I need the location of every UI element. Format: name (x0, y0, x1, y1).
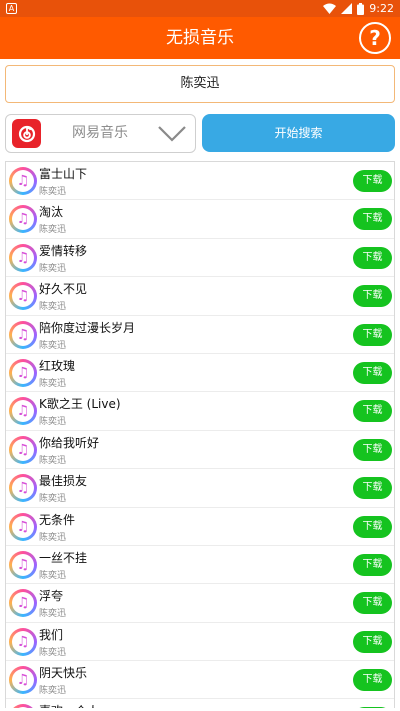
song-row[interactable]: ♫ 阴天快乐陈奕迅 下载 (6, 661, 394, 700)
wifi-icon (323, 3, 337, 14)
song-title: 最佳损友 (39, 474, 88, 489)
download-button[interactable]: 下载 (353, 170, 392, 192)
music-note-icon: ♫ (9, 550, 37, 579)
song-artist: 陈奕迅 (39, 647, 67, 658)
song-title: 富士山下 (39, 167, 88, 181)
download-button[interactable]: 下载 (353, 553, 392, 576)
song-title: 一丝不挂 (39, 550, 88, 565)
music-note-icon: ♫ (9, 666, 37, 695)
music-note-icon: ♫ (9, 243, 37, 272)
page-title: 无损音乐 (166, 28, 234, 48)
music-note-icon: ♫ (9, 397, 37, 426)
song-artist: 陈奕迅 (39, 302, 67, 313)
song-artist: 陈奕迅 (39, 225, 67, 236)
download-button[interactable]: 下载 (353, 323, 392, 346)
song-artist: 陈奕迅 (39, 570, 67, 581)
download-button[interactable]: 下载 (353, 208, 392, 231)
song-artist: 陈奕迅 (39, 455, 67, 466)
song-row[interactable]: ♫ 淘汰陈奕迅 下载 (6, 200, 394, 239)
music-note-icon: ♫ (9, 589, 37, 618)
battery-icon (357, 2, 365, 15)
download-button[interactable]: 下载 (353, 285, 392, 308)
song-row[interactable]: ♫喜欢一个人下载 (6, 699, 394, 708)
song-title: 陪你度过漫长岁月 (39, 320, 136, 335)
download-button[interactable]: 下载 (353, 630, 392, 653)
download-button[interactable]: 下载 (353, 669, 392, 692)
song-row[interactable]: ♫ 浮夸陈奕迅 下载 (6, 584, 394, 623)
download-button[interactable]: 下载 (353, 592, 392, 615)
music-note-icon: ♫ (9, 358, 37, 387)
song-artist: 陈奕迅 (39, 609, 67, 620)
netease-music-icon (12, 119, 41, 148)
song-row[interactable]: ♫ 最佳损友陈奕迅 下载 (6, 469, 394, 508)
song-artist: 陈奕迅 (39, 187, 67, 197)
status-bar: A 9:22 (0, 0, 400, 17)
song-row[interactable]: ♫ 一丝不挂陈奕迅 下载 (6, 546, 394, 585)
song-title: K歌之王 (Live) (39, 397, 121, 412)
start-search-button[interactable]: 开始搜索 (202, 114, 395, 152)
song-artist: 陈奕迅 (39, 494, 67, 505)
status-icons: 9:22 (323, 1, 394, 16)
download-button[interactable]: 下载 (353, 477, 392, 500)
music-note-icon: ♫ (9, 627, 37, 656)
music-note-icon: ♫ (9, 435, 37, 464)
song-title: 你给我听好 (39, 435, 100, 450)
song-row[interactable]: ♫ 你给我听好陈奕迅 下载 (6, 431, 394, 470)
song-title: 喜欢一个人 (39, 702, 99, 708)
song-row[interactable]: ♫ 富士山下陈奕迅 下载 (6, 162, 394, 201)
music-note-icon: ♫ (9, 512, 37, 541)
cellular-signal-icon (341, 3, 353, 14)
song-title: 好久不见 (39, 282, 88, 297)
song-list[interactable]: ♫ 富士山下 陈奕迅 下载 ♫ 淘汰 陈奕迅 下载 ♫ 爱情转移 陈奕迅 下载 ♫ 好久不见 陈奕迅 下载 ♫ 陪… (5, 161, 395, 708)
music-note-icon: ♫ (9, 320, 37, 349)
download-button[interactable]: 下载 (353, 400, 392, 423)
song-row[interactable]: ♫ 我们陈奕迅 下载 (6, 623, 394, 662)
song-artist: 陈奕迅 (39, 263, 67, 274)
download-button[interactable]: 下载 (353, 707, 392, 708)
music-note-icon: ♫ (9, 474, 37, 503)
download-button[interactable]: 下载 (353, 361, 392, 384)
music-source-label: 网易音乐 (72, 125, 128, 141)
music-source-dropdown[interactable]: 网易音乐 (5, 114, 196, 153)
song-artist: 陈奕迅 (39, 417, 67, 428)
song-row[interactable]: ♫ 红玫瑰陈奕迅 下载 (6, 354, 394, 393)
music-note-icon: ♫ (9, 167, 37, 195)
song-artist: 陈奕迅 (39, 378, 67, 389)
music-note-icon: ♫ (9, 704, 37, 708)
song-title: 阴天快乐 (39, 666, 88, 681)
app-bar: 无损音乐 ? (0, 17, 400, 59)
chevron-down-icon (158, 126, 186, 142)
song-artist: 陈奕迅 (39, 532, 67, 543)
download-button[interactable]: 下载 (353, 515, 392, 538)
song-artist: 陈奕迅 (39, 340, 67, 351)
song-title: 爱情转移 (39, 243, 88, 258)
clock: 9:22 (369, 2, 394, 15)
song-row[interactable]: ♫ 好久不见陈奕迅 下载 (6, 277, 394, 316)
search-input[interactable]: 陈奕迅 (5, 65, 395, 103)
download-button[interactable]: 下载 (353, 246, 392, 269)
song-row[interactable]: ♫ 陪你度过漫长岁月陈奕迅 下载 (6, 316, 394, 354)
notification-icon: A (6, 3, 17, 14)
song-title: 浮夸 (39, 589, 64, 604)
song-row[interactable]: ♫ 爱情转移陈奕迅 下载 (6, 239, 394, 278)
song-artist: 陈奕迅 (39, 686, 67, 697)
song-title: 无条件 (39, 512, 76, 527)
song-title: 我们 (39, 627, 64, 642)
song-title: 红玫瑰 (39, 358, 76, 373)
music-note-icon: ♫ (9, 205, 37, 234)
song-title: 淘汰 (39, 205, 64, 220)
song-row[interactable]: ♫ K歌之王 (Live) 陈奕迅 下载 (6, 392, 394, 431)
music-note-icon: ♫ (9, 282, 37, 311)
download-button[interactable]: 下载 (353, 438, 392, 461)
help-button[interactable]: ? (359, 22, 391, 54)
song-row[interactable]: ♫ 无条件陈奕迅 下载 (6, 508, 394, 546)
